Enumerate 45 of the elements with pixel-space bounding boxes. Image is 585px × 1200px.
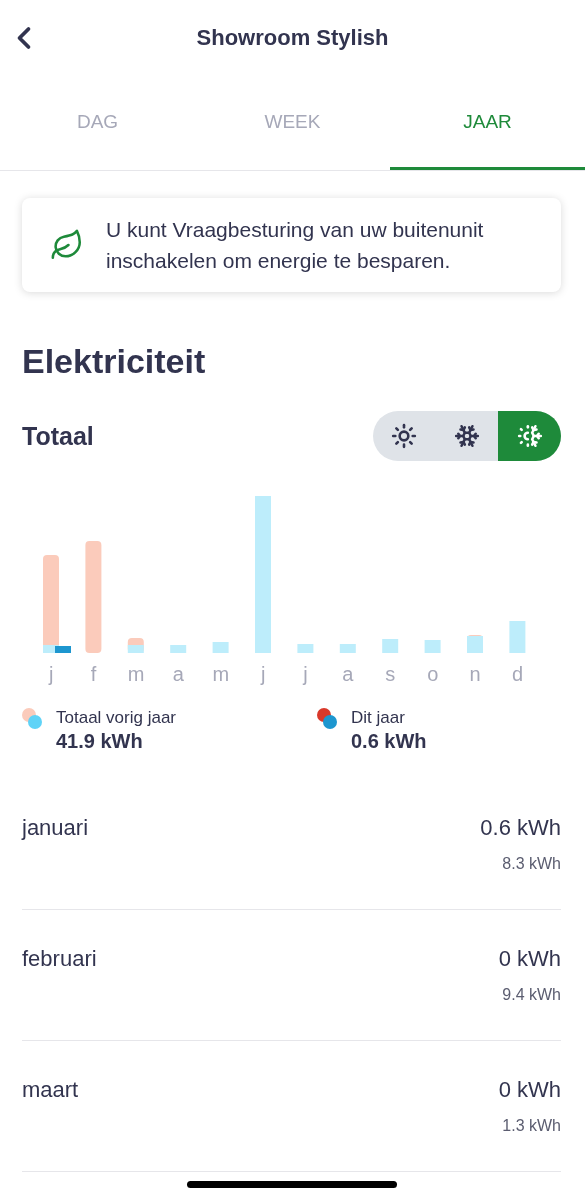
previous-year-bar [212,642,229,653]
page-title: Showroom Stylish [196,25,389,51]
previous-year-bar [509,621,526,653]
month-label: m [126,663,146,686]
month-label: j [259,663,267,686]
month-value: 0 kWh [498,946,561,972]
previous-year-bar [339,644,356,653]
month-label: m [211,663,231,686]
sun-snowflake-icon [516,423,543,449]
month-name: januari [22,815,89,842]
period-tab[interactable]: DAG [0,76,195,170]
month-label: f [89,663,98,686]
month-label: a [341,663,355,686]
previous-value: 1.3 kWh [502,1117,561,1135]
legend-value: 41.9 kWh [56,730,144,753]
previous-year-bar [382,639,399,653]
legend-value: 0.6 kWh [351,730,427,753]
month-label: n [468,663,482,686]
month-label: s [384,663,397,686]
legend-label: Dit jaar [351,708,406,728]
month-name: maart [22,1077,79,1104]
month-label: a [171,663,185,686]
notice-text: U kunt Vraagbesturing van uw buitenunit inschakelen om energie te besparen. [106,217,485,274]
current-year-bar [55,646,71,653]
previous-year-bar [424,640,441,653]
previous-year-bar [170,645,187,653]
previous-year-bar [297,644,314,653]
previous-year-bar [467,636,483,653]
month-label: o [426,663,440,686]
previous-value: 8.3 kWh [502,855,561,873]
legend-label: Totaal vorig jaar [56,708,176,728]
period-tab[interactable]: JAAR [390,76,585,170]
period-tab[interactable]: WEEK [195,76,390,170]
sun-icon [391,423,418,449]
section-title: Elektriciteit [22,342,207,381]
subtitle: Totaal [22,421,94,451]
month-value: 0 kWh [498,1077,561,1103]
month-label: d [510,663,525,686]
previous-value: 9.4 kWh [502,986,561,1004]
leaf-icon [50,228,84,262]
month-label: j [47,663,55,686]
month-value: 0.6 kWh [480,815,561,841]
month-name: februari [22,946,97,973]
snowflake-icon [454,423,480,449]
month-label: j [301,663,309,686]
